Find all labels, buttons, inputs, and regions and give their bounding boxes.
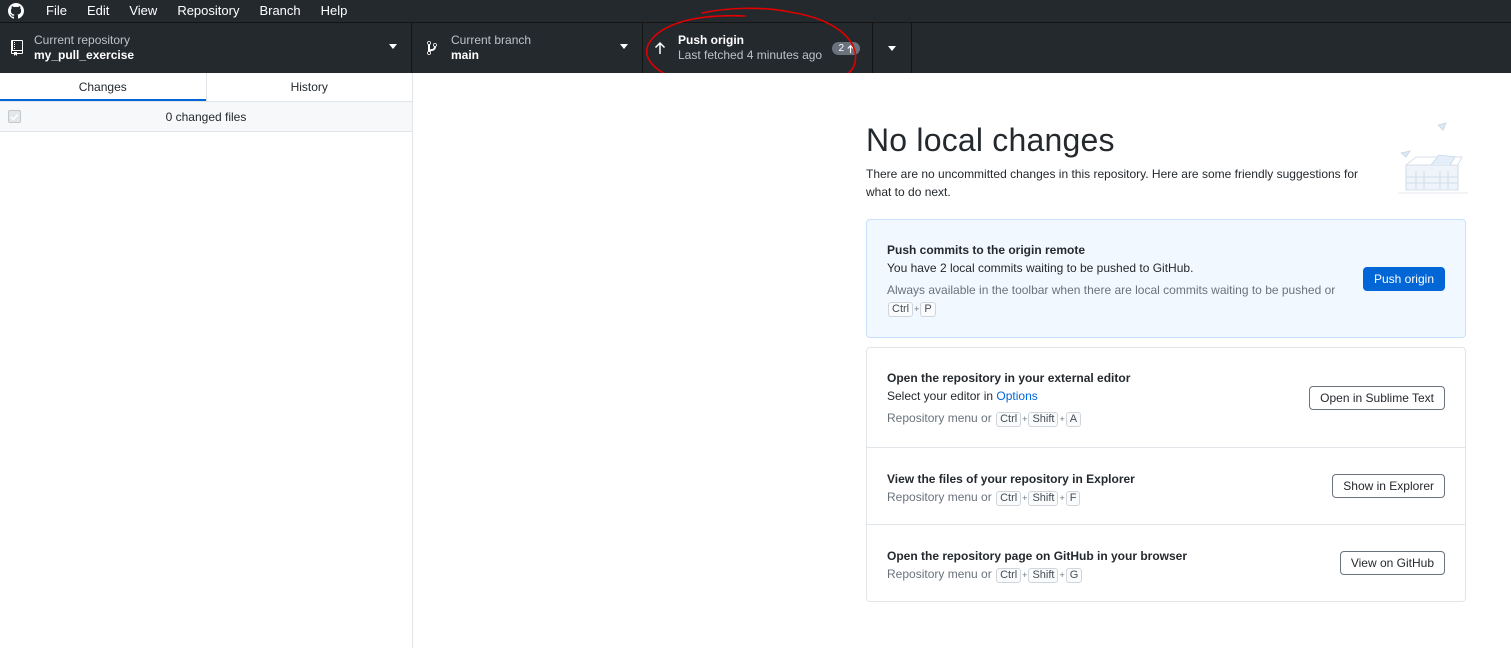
- kbd-a: A: [1065, 412, 1082, 427]
- menu-edit[interactable]: Edit: [77, 0, 119, 22]
- changes-list-header: 0 changed files: [0, 102, 412, 132]
- open-in-editor-button[interactable]: Open in Sublime Text: [1309, 386, 1445, 410]
- plus-sign: +: [1059, 493, 1065, 503]
- editor-text-prefix: Select your editor in: [887, 389, 997, 403]
- push-hint-text: Always available in the toolbar when the…: [887, 283, 1336, 297]
- ahead-count: 2: [838, 43, 844, 54]
- tab-history[interactable]: History: [205, 73, 413, 101]
- github-hint-prefix: Repository menu or: [887, 567, 992, 581]
- branch-description: Current branch: [451, 33, 532, 47]
- branch-icon: [424, 40, 440, 56]
- menu-help[interactable]: Help: [311, 0, 358, 22]
- sidebar: Changes History 0 changed files: [0, 73, 413, 648]
- kbd-shift: Shift: [1028, 412, 1059, 427]
- arrow-up-icon: [847, 44, 854, 53]
- list-item-open-editor: Open the repository in your external edi…: [867, 348, 1465, 448]
- page-title: No local changes: [866, 122, 1115, 158]
- caret-down-icon: [389, 44, 397, 49]
- menu-repository[interactable]: Repository: [167, 0, 249, 22]
- menu-bar: File Edit View Repository Branch Help: [0, 0, 1511, 22]
- tab-changes[interactable]: Changes: [0, 73, 206, 101]
- push-card-title: Push commits to the origin remote: [887, 243, 1086, 257]
- push-origin-button[interactable]: Push origin Last fetched 4 minutes ago 2: [643, 23, 873, 73]
- repo-description: Current repository: [34, 33, 131, 47]
- repo-icon: [9, 40, 25, 56]
- no-changes-view: No local changes There are no uncommitte…: [866, 121, 1468, 602]
- menu-file[interactable]: File: [36, 0, 77, 22]
- branch-name: main: [451, 48, 480, 62]
- caret-down-icon: [620, 44, 628, 49]
- push-dropdown-button[interactable]: [873, 23, 912, 73]
- list-item-view-github: Open the repository page on GitHub in yo…: [867, 525, 1465, 602]
- select-all-checkbox[interactable]: [8, 110, 21, 123]
- push-title: Push origin: [678, 33, 744, 47]
- no-changes-illustration: [1398, 122, 1468, 194]
- checkbox-icon: [10, 113, 19, 120]
- current-repository-button[interactable]: Current repository my_pull_exercise: [0, 23, 412, 73]
- plus-sign: +: [1059, 414, 1065, 424]
- ahead-count-badge: 2: [832, 42, 860, 55]
- suggestions-card: Open the repository in your external edi…: [866, 347, 1466, 602]
- explorer-hint-prefix: Repository menu or: [887, 490, 992, 504]
- kbd-p: P: [920, 302, 936, 317]
- editor-hint-prefix: Repository menu or: [887, 411, 992, 425]
- push-commits-card: Push commits to the origin remote You ha…: [866, 219, 1466, 338]
- menu-view[interactable]: View: [119, 0, 167, 22]
- kbd-shift: Shift: [1028, 491, 1059, 506]
- toolbar: Current repository my_pull_exercise Curr…: [0, 22, 1511, 73]
- options-link[interactable]: Options: [996, 389, 1037, 403]
- list-item-show-explorer: View the files of your repository in Exp…: [867, 448, 1465, 525]
- page-description: There are no uncommitted changes in this…: [866, 167, 1359, 199]
- repo-name: my_pull_exercise: [34, 48, 135, 62]
- caret-down-icon: [888, 45, 896, 51]
- kbd-ctrl: Ctrl: [996, 412, 1022, 427]
- plus-sign: +: [1059, 570, 1065, 580]
- current-branch-button[interactable]: Current branch main: [412, 23, 643, 73]
- push-card-hint: Always available in the toolbar when the…: [887, 281, 1347, 318]
- main-panel: No local changes There are no uncommitte…: [413, 73, 1511, 648]
- kbd-ctrl: Ctrl: [996, 568, 1022, 583]
- last-fetched-text: Last fetched 4 minutes ago: [678, 48, 823, 62]
- plus-sign: +: [1022, 570, 1028, 580]
- plus-sign: +: [914, 304, 920, 314]
- sidebar-tabs: Changes History: [0, 73, 412, 102]
- editor-card-hint: Repository menu or Ctrl + Shift + A: [887, 409, 1445, 428]
- kbd-ctrl: Ctrl: [888, 302, 914, 317]
- push-card-text: You have 2 local commits waiting to be p…: [887, 261, 1194, 275]
- view-on-github-button[interactable]: View on GitHub: [1339, 551, 1445, 575]
- kbd-f: F: [1065, 491, 1081, 506]
- show-in-explorer-button[interactable]: Show in Explorer: [1332, 474, 1445, 498]
- arrow-up-icon: [652, 40, 668, 56]
- kbd-g: G: [1065, 568, 1083, 583]
- push-origin-card-button[interactable]: Push origin: [1362, 267, 1445, 291]
- plus-sign: +: [1022, 493, 1028, 503]
- menu-branch[interactable]: Branch: [249, 0, 310, 22]
- kbd-shift: Shift: [1028, 568, 1059, 583]
- kbd-ctrl: Ctrl: [996, 491, 1022, 506]
- plus-sign: +: [1022, 414, 1028, 424]
- editor-card-title: Open the repository in your external edi…: [887, 371, 1131, 385]
- changed-files-count: 0 changed files: [165, 109, 247, 124]
- github-logo-icon: [8, 3, 24, 19]
